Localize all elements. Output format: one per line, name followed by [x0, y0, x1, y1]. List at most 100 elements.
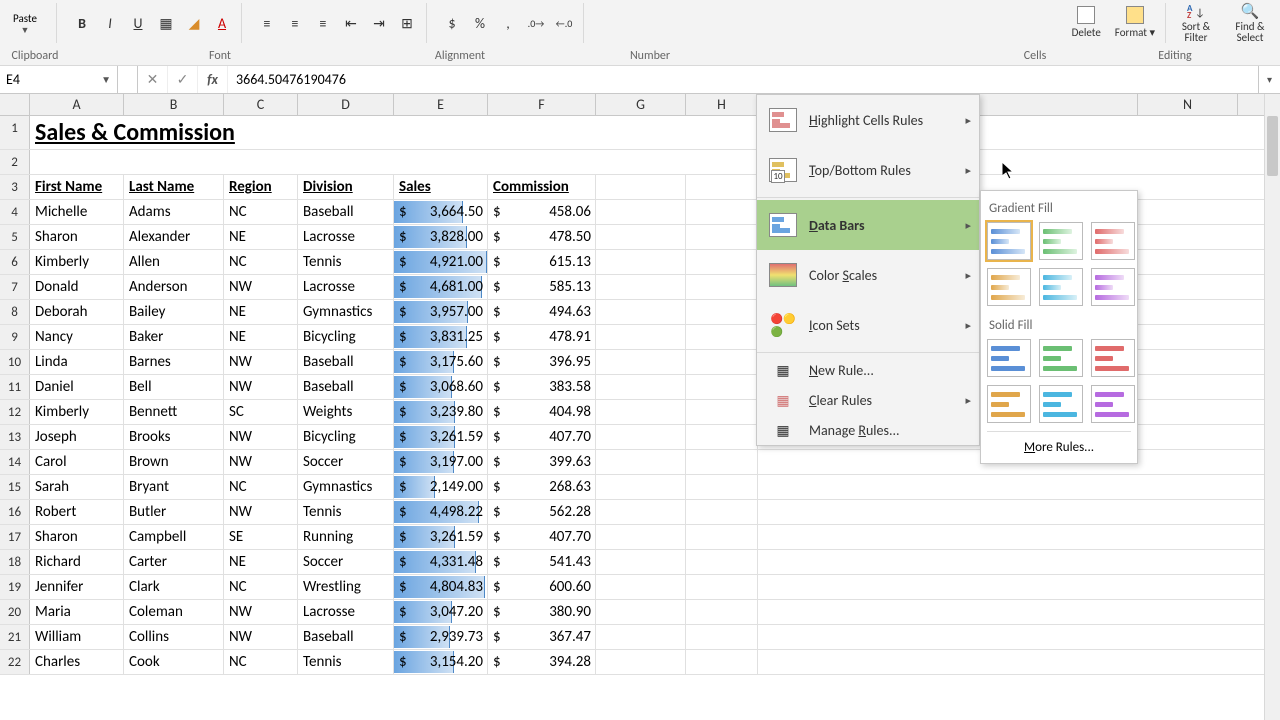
cell-region[interactable]: NW — [224, 350, 298, 374]
menu-highlight-cells[interactable]: Highlight Cells Rules ▸ — [757, 95, 979, 145]
cell-last-name[interactable]: Brown — [124, 450, 224, 474]
cell-commission[interactable]: $399.63 — [488, 450, 596, 474]
cell-commission[interactable]: $615.13 — [488, 250, 596, 274]
cell-commission[interactable]: $380.90 — [488, 600, 596, 624]
col-header[interactable]: F — [488, 94, 596, 115]
sort-filter-button[interactable]: A Z ↓ Sort & Filter — [1172, 1, 1220, 45]
vertical-scrollbar[interactable] — [1264, 94, 1280, 720]
cell-division[interactable]: Baseball — [298, 375, 394, 399]
bold-icon[interactable]: B — [71, 12, 93, 34]
cell-first-name[interactable]: Donald — [30, 275, 124, 299]
cell-region[interactable]: NE — [224, 550, 298, 574]
underline-icon[interactable]: U — [127, 12, 149, 34]
cell-sales[interactable]: $4,804.83 — [394, 575, 488, 599]
cell-last-name[interactable]: Collins — [124, 625, 224, 649]
cell-commission[interactable]: $268.63 — [488, 475, 596, 499]
cell-first-name[interactable]: Richard — [30, 550, 124, 574]
cell-commission[interactable]: $396.95 — [488, 350, 596, 374]
cell-last-name[interactable]: Cook — [124, 650, 224, 674]
decimal-decrease-icon[interactable]: ←.0 — [553, 12, 575, 34]
cell-commission[interactable]: $478.91 — [488, 325, 596, 349]
col-header[interactable]: C — [224, 94, 298, 115]
cell-last-name[interactable]: Clark — [124, 575, 224, 599]
cell-last-name[interactable]: Anderson — [124, 275, 224, 299]
cell-first-name[interactable]: Joseph — [30, 425, 124, 449]
databar-gradient-blue[interactable] — [987, 222, 1031, 260]
cell-commission[interactable]: $383.58 — [488, 375, 596, 399]
cell-commission[interactable]: $367.47 — [488, 625, 596, 649]
cell-division[interactable]: Bicycling — [298, 425, 394, 449]
cell-sales[interactable]: $2,939.73 — [394, 625, 488, 649]
cell-last-name[interactable]: Carter — [124, 550, 224, 574]
cell-first-name[interactable]: Kimberly — [30, 250, 124, 274]
percent-icon[interactable]: % — [469, 12, 491, 34]
cell-commission[interactable]: $585.13 — [488, 275, 596, 299]
border-icon[interactable]: ▦ — [155, 12, 177, 34]
cell-division[interactable]: Baseball — [298, 350, 394, 374]
col-header[interactable]: B — [124, 94, 224, 115]
row-header[interactable]: 9 — [0, 325, 30, 349]
fx-icon[interactable]: fx — [198, 66, 228, 93]
cell-sales[interactable]: $2,149.00 — [394, 475, 488, 499]
cell-first-name[interactable]: Maria — [30, 600, 124, 624]
col-header[interactable]: H — [686, 94, 758, 115]
cell-division[interactable]: Tennis — [298, 650, 394, 674]
paste-button[interactable]: Paste ▼ — [0, 10, 50, 36]
cell-region[interactable]: SE — [224, 525, 298, 549]
cell-region[interactable]: NW — [224, 450, 298, 474]
cell-division[interactable]: Tennis — [298, 500, 394, 524]
cell-sales[interactable]: $3,831.25 — [394, 325, 488, 349]
cell-region[interactable]: NE — [224, 225, 298, 249]
cell-last-name[interactable]: Adams — [124, 200, 224, 224]
menu-top-bottom[interactable]: 10 Top/Bottom Rules ▸ — [757, 145, 979, 195]
cell-sales[interactable]: $3,664.50 — [394, 200, 488, 224]
cell-division[interactable]: Baseball — [298, 625, 394, 649]
cell-region[interactable]: NC — [224, 200, 298, 224]
row-header[interactable]: 6 — [0, 250, 30, 274]
fill-color-icon[interactable]: ◢ — [183, 12, 205, 34]
row-header[interactable]: 7 — [0, 275, 30, 299]
cell-region[interactable]: NW — [224, 425, 298, 449]
databar-solid-purple[interactable] — [1091, 385, 1135, 423]
databar-gradient-red[interactable] — [1091, 222, 1135, 260]
font-color-icon[interactable]: A — [211, 12, 233, 34]
cell-region[interactable]: NC — [224, 475, 298, 499]
cell-last-name[interactable]: Butler — [124, 500, 224, 524]
menu-data-bars[interactable]: Data Bars ▸ — [757, 200, 979, 250]
databar-solid-red[interactable] — [1091, 339, 1135, 377]
cell-region[interactable]: NE — [224, 300, 298, 324]
databar-solid-orange[interactable] — [987, 385, 1031, 423]
row-header[interactable]: 13 — [0, 425, 30, 449]
cell-last-name[interactable]: Allen — [124, 250, 224, 274]
row-header[interactable]: 15 — [0, 475, 30, 499]
cell-sales[interactable]: $4,681.00 — [394, 275, 488, 299]
cell-region[interactable]: NW — [224, 275, 298, 299]
cell-last-name[interactable]: Bennett — [124, 400, 224, 424]
cell-region[interactable]: NC — [224, 575, 298, 599]
row-header[interactable]: 14 — [0, 450, 30, 474]
cell-commission[interactable]: $562.28 — [488, 500, 596, 524]
italic-icon[interactable]: I — [99, 12, 121, 34]
find-select-button[interactable]: 🔍 Find & Select — [1226, 0, 1274, 45]
cell-region[interactable]: NW — [224, 625, 298, 649]
formula-input[interactable]: 3664.50476190476 — [228, 66, 1258, 93]
cell-division[interactable]: Weights — [298, 400, 394, 424]
cell-region[interactable]: NW — [224, 600, 298, 624]
cell-division[interactable]: Lacrosse — [298, 225, 394, 249]
row-header[interactable]: 1 — [0, 116, 30, 149]
row-header[interactable]: 3 — [0, 175, 30, 199]
cell-sales[interactable]: $3,068.60 — [394, 375, 488, 399]
cell-region[interactable]: NC — [224, 250, 298, 274]
cell-last-name[interactable]: Coleman — [124, 600, 224, 624]
select-all-corner[interactable] — [0, 94, 30, 115]
indent-increase-icon[interactable]: ⇥ — [368, 12, 390, 34]
row-header[interactable]: 19 — [0, 575, 30, 599]
cell-last-name[interactable]: Bryant — [124, 475, 224, 499]
cell-last-name[interactable]: Campbell — [124, 525, 224, 549]
col-header[interactable]: G — [596, 94, 686, 115]
cell-first-name[interactable]: Michelle — [30, 200, 124, 224]
comma-icon[interactable]: , — [497, 12, 519, 34]
cell-commission[interactable]: $494.63 — [488, 300, 596, 324]
cell-sales[interactable]: $3,261.59 — [394, 425, 488, 449]
formula-expand-icon[interactable]: ▾ — [1258, 66, 1280, 93]
